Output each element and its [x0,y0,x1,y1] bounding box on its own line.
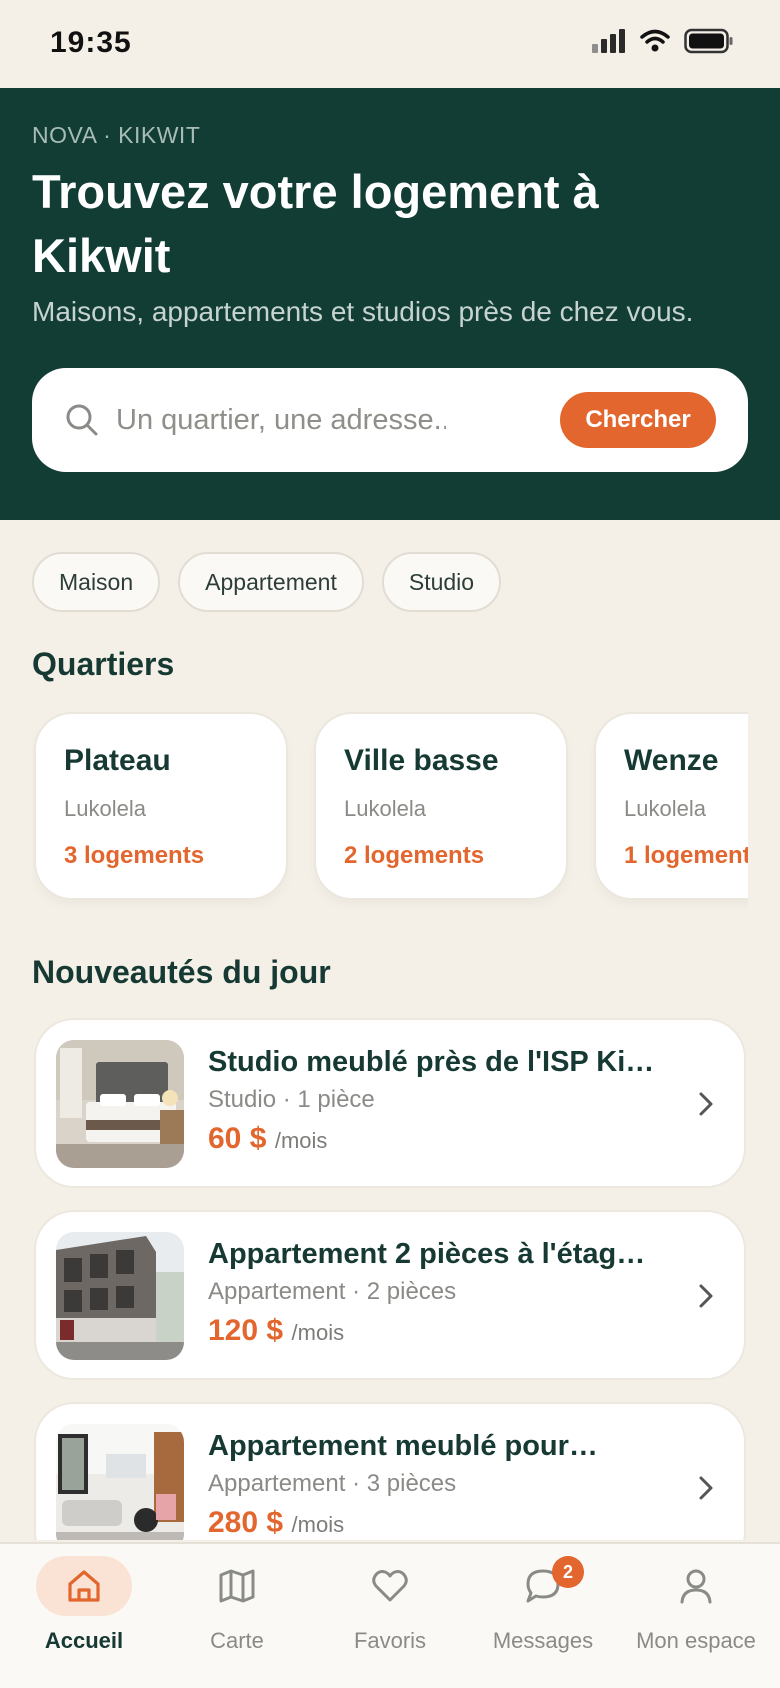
nav-item-carte[interactable]: Carte [162,1556,312,1666]
hero-title: Trouvez votre logement à Kikwit [32,165,599,282]
wifi-icon [640,29,670,52]
chevron-right-icon [699,1092,713,1116]
nav-icon-wrap [648,1556,744,1616]
status-bar: 19:35 [0,0,780,88]
nav-label: Favoris [353,1628,427,1653]
nav-item-messages[interactable]: 2 Messages [468,1556,618,1666]
districts-title: Quartiers [32,646,175,682]
listing-photo [56,1424,184,1540]
listing-photo [56,1040,184,1168]
filter-chip-studio[interactable]: Studio [381,552,502,612]
district-name: Wenze [624,744,719,777]
listing-card[interactable]: Studio meublé près de l'ISP Kikwit Studi… [34,1018,746,1188]
chevron-right-icon [699,1284,713,1308]
listing-photo [56,1232,184,1360]
nav-label: Mon espace [636,1628,756,1653]
signal-icon [592,29,625,53]
listing-title: Studio meublé près de l'ISP Kikwit [208,1046,658,1078]
price-unit: /mois [291,1320,345,1345]
listing-card[interactable]: Appartement 2 pièces à l'étage,… Apparte… [34,1210,746,1380]
listing-price: 120 $ /mois [208,1314,344,1348]
battery-icon [684,28,733,54]
hero-eyebrow: NOVA · KIKWIT [32,122,201,148]
search-icon [66,404,98,436]
price-unit: /mois [274,1128,328,1153]
nav-icon-wrap [342,1556,438,1616]
district-count: 1 logement [624,842,748,869]
filter-chip-appartement[interactable]: Appartement [178,552,364,612]
price-value: 120 $ [208,1314,284,1347]
district-card[interactable]: Ville basse Lukolela 2 logements [314,712,568,900]
districts-carousel[interactable]: Plateau Lukolela 3 logements Ville basse… [32,710,748,910]
nav-label: Accueil [44,1628,124,1653]
nav-icon-wrap [189,1556,285,1616]
search-button[interactable]: Chercher [560,392,716,448]
listing-meta: Studio · 1 pièce [208,1086,375,1113]
user-icon [680,1569,712,1604]
listing-title: Appartement 2 pièces à l'étage,… [208,1238,658,1270]
listings-list: Studio meublé près de l'ISP Kikwit Studi… [32,1018,748,1540]
map-icon [219,1569,255,1603]
district-card[interactable]: Plateau Lukolela 3 logements [34,712,288,900]
listing-card[interactable]: Appartement meublé pour… Appartement · 3… [34,1402,746,1540]
hero-subtitle: Maisons, appartements et studios près de… [32,296,694,327]
district-name: Ville basse [344,744,499,777]
price-unit: /mois [291,1512,345,1537]
bottom-nav: Accueil Carte Favoris 2 Messages Mon esp… [0,1542,780,1688]
nav-label: Carte [210,1628,264,1653]
home-icon [68,1570,100,1602]
chevron-right-icon [699,1476,713,1500]
filter-chip-maison[interactable]: Maison [32,552,161,612]
listing-price: 60 $ /mois [208,1122,327,1156]
district-count: 3 logements [64,842,205,869]
nav-item-favoris[interactable]: Favoris [315,1556,465,1666]
status-time: 19:35 [50,26,132,59]
listing-price: 280 $ /mois [208,1506,344,1540]
district-region: Lukolela [64,796,146,821]
district-card[interactable]: Wenze Lukolela 1 logement [594,712,748,900]
nav-icon-highlight [36,1556,132,1616]
district-region: Lukolela [624,796,706,821]
nav-item-mon-espace[interactable]: Mon espace [621,1556,771,1666]
price-value: 60 $ [208,1122,267,1155]
listing-meta: Appartement · 3 pièces [208,1470,457,1497]
listings-title: Nouveautés du jour [32,954,331,990]
messages-badge: 2 [552,1556,584,1588]
price-value: 280 $ [208,1506,284,1539]
nav-label: Messages [492,1628,594,1653]
search-input[interactable] [116,398,446,442]
nav-item-accueil[interactable]: Accueil [9,1556,159,1666]
listing-meta: Appartement · 2 pièces [208,1278,457,1305]
district-region: Lukolela [344,796,426,821]
district-name: Plateau [64,744,171,777]
hero-banner: NOVA · KIKWIT Trouvez votre logement à K… [0,88,780,520]
property-type-filters: Maison Appartement Studio [32,552,502,612]
heart-icon [372,1570,408,1602]
search-box: Chercher [32,368,748,472]
status-icons [592,28,734,54]
listing-title: Appartement meublé pour… [208,1430,598,1462]
district-count: 2 logements [344,842,485,869]
